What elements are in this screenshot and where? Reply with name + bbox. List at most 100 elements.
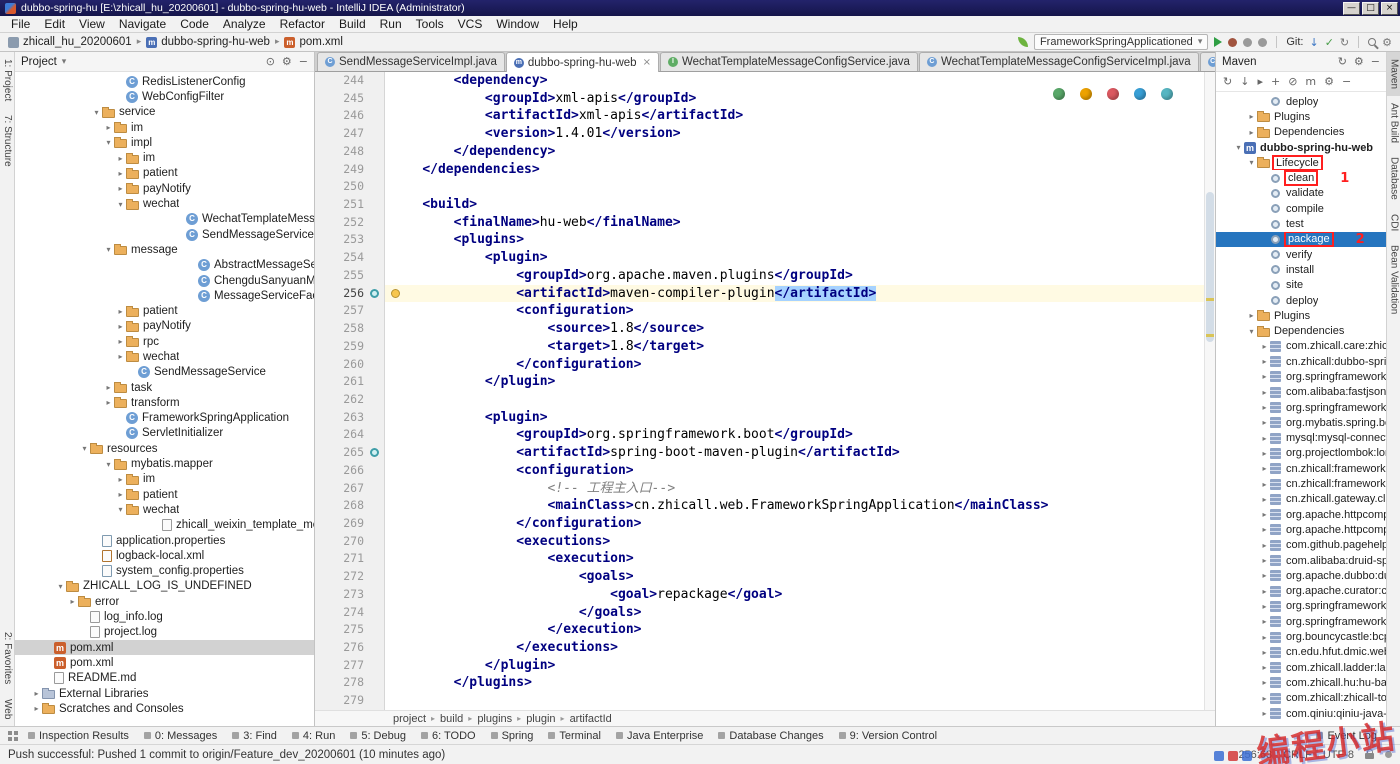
menu-run[interactable]: Run (373, 16, 409, 32)
expand-toggle-icon[interactable]: ▸ (1259, 663, 1270, 672)
expand-toggle-icon[interactable]: ▾ (1246, 327, 1257, 336)
code-line-259[interactable]: 259 <target>1.8</target> (315, 338, 1215, 356)
expand-toggle-icon[interactable]: ▸ (1259, 372, 1270, 381)
git-refresh-icon[interactable]: ↻ (1340, 36, 1349, 49)
editor-tab-wechattemplatemessageconfigservice-java[interactable]: IWechatTemplateMessageConfigService.java (660, 52, 918, 71)
xml-breadcrumb-plugin[interactable]: plugin (526, 713, 555, 725)
code-line-278[interactable]: 278 </plugins> (315, 674, 1215, 692)
file-encoding[interactable]: UTF-8 (1323, 749, 1354, 761)
expand-toggle-icon[interactable]: ▸ (1259, 403, 1270, 412)
expand-toggle-icon[interactable]: ▸ (1259, 495, 1270, 504)
toolwindow-button-ant-build[interactable]: Ant Build (1387, 96, 1400, 150)
project-item-redislistenerconfig[interactable]: CRedisListenerConfig (15, 74, 314, 89)
project-item-sendmessageservice[interactable]: CSendMessageService (15, 365, 314, 380)
expand-toggle-icon[interactable]: ▸ (115, 337, 126, 346)
maven-item-org-apache-httpcompone[interactable]: ▸org.apache.httpcompone (1216, 522, 1386, 537)
project-item-wechattemplatemessageconfigse[interactable]: CWechatTemplateMessageConfigSe (15, 212, 314, 227)
maven-settings-icon[interactable]: ⚙ (1354, 55, 1364, 68)
scrollbar-thumb[interactable] (1206, 192, 1214, 342)
toolwindow-button-4-run[interactable]: 4: Run (292, 730, 335, 742)
editor-tab-dubbo-spring-hu-web[interactable]: mdubbo-spring-hu-web× (506, 52, 659, 72)
menu-refactor[interactable]: Refactor (273, 16, 332, 32)
maven-item-org-bouncycastle-bcprov[interactable]: ▸org.bouncycastle:bcprov- (1216, 629, 1386, 644)
project-item-error[interactable]: ▸error (15, 594, 314, 609)
toolwindow-button-database-changes[interactable]: Database Changes (718, 730, 823, 742)
code-line-252[interactable]: 252 <finalName>hu-web</finalName> (315, 214, 1215, 232)
maven-item-org-springframework-boo[interactable]: ▸org.springframework.boo (1216, 614, 1386, 629)
maven-item-com-zhicall-hu-hu-base-1-0[interactable]: ▸com.zhicall.hu:hu-base:1.0 (1216, 675, 1386, 690)
expand-toggle-icon[interactable]: ▸ (1259, 464, 1270, 473)
profiler-button[interactable] (1258, 38, 1267, 47)
code-line-253[interactable]: 253 <plugins> (315, 231, 1215, 249)
menu-analyze[interactable]: Analyze (216, 16, 273, 32)
project-item-frameworkspringapplication[interactable]: CFrameworkSpringApplication (15, 411, 314, 426)
toolwindow-button-web[interactable]: Web (0, 692, 14, 726)
breadcrumb-item-zhicall-hu-20200601[interactable]: zhicall_hu_20200601 (8, 36, 132, 48)
readonly-lock-icon[interactable] (1365, 753, 1374, 759)
code-line-251[interactable]: 251 <build> (315, 196, 1215, 214)
toolwindow-button-java-enterprise[interactable]: Java Enterprise (616, 730, 703, 742)
project-item-project-log[interactable]: project.log (15, 625, 314, 640)
maven-item-deploy[interactable]: deploy (1216, 293, 1386, 308)
toolwindow-switcher-icon[interactable] (8, 731, 18, 741)
maven-item-com-github-pagehelper-pa[interactable]: ▸com.github.pagehelper:pa (1216, 538, 1386, 553)
gutter-plugin-icon[interactable] (370, 289, 379, 298)
code-line-277[interactable]: 277 </plugin> (315, 657, 1215, 675)
project-item-external-libraries[interactable]: ▸External Libraries (15, 686, 314, 701)
toolwindow-button-database[interactable]: Database (1387, 150, 1400, 207)
expand-toggle-icon[interactable]: ▸ (1259, 633, 1270, 642)
editor[interactable]: 244 <dependency>245 <groupId>xml-apis</g… (315, 72, 1215, 710)
expand-toggle-icon[interactable]: ▸ (115, 307, 126, 316)
expand-toggle-icon[interactable]: ▸ (1259, 587, 1270, 596)
expand-toggle-icon[interactable]: ▸ (1259, 525, 1270, 534)
maven-item-com-alibaba-druid-spring[interactable]: ▸com.alibaba:druid-spring- (1216, 553, 1386, 568)
expand-toggle-icon[interactable]: ▸ (1259, 617, 1270, 626)
menu-window[interactable]: Window (489, 16, 546, 32)
toolwindow-button-5-debug[interactable]: 5: Debug (350, 730, 406, 742)
maven-item-cn-zhicall-framework-sp[interactable]: ▸cn.zhicall:framework-sp (1216, 461, 1386, 476)
maven-collapse-icon[interactable]: − (1342, 75, 1351, 88)
maven-item-clean[interactable]: clean1 (1216, 170, 1386, 185)
code-line-258[interactable]: 258 <source>1.8</source> (315, 320, 1215, 338)
menu-edit[interactable]: Edit (37, 16, 72, 32)
toolwindow-button-0-messages[interactable]: 0: Messages (144, 730, 217, 742)
git-update-icon[interactable]: ↓ (1309, 36, 1318, 49)
expand-toggle-icon[interactable]: ▸ (1246, 112, 1257, 121)
maven-item-deploy[interactable]: deploy (1216, 94, 1386, 109)
toolwindow-button-cdi[interactable]: CDI (1387, 207, 1400, 238)
menu-code[interactable]: Code (173, 16, 216, 32)
maven-item-lifecycle[interactable]: ▾Lifecycle (1216, 155, 1386, 170)
code-line-268[interactable]: 268 <mainClass>cn.zhicall.web.FrameworkS… (315, 497, 1215, 515)
maven-item-org-mybatis-spring-boot-m[interactable]: ▸org.mybatis.spring.boot:m (1216, 415, 1386, 430)
expand-toggle-icon[interactable]: ▸ (1259, 510, 1270, 519)
menu-file[interactable]: File (4, 16, 37, 32)
code-line-273[interactable]: 273 <goal>repackage</goal> (315, 586, 1215, 604)
toolwindow-button-spring[interactable]: Spring (491, 730, 534, 742)
project-item-wechat[interactable]: ▸wechat (15, 349, 314, 364)
expand-toggle-icon[interactable]: ▸ (103, 123, 114, 132)
expand-toggle-icon[interactable]: ▸ (1259, 449, 1270, 458)
breadcrumb-item-pom-xml[interactable]: mpom.xml (284, 36, 342, 48)
expand-toggle-icon[interactable]: ▸ (1259, 602, 1270, 611)
project-item-transform[interactable]: ▸transform (15, 395, 314, 410)
xml-breadcrumb-build[interactable]: build (440, 713, 463, 725)
expand-toggle-icon[interactable]: ▸ (115, 154, 126, 163)
expand-toggle-icon[interactable]: ▸ (1259, 709, 1270, 718)
code-line-247[interactable]: 247 <version>1.4.01</version> (315, 125, 1215, 143)
project-item-log-info-log[interactable]: log_info.log (15, 609, 314, 624)
project-view-dropdown-icon[interactable]: ▾ (62, 57, 67, 67)
maven-download-icon[interactable]: ↓ (1240, 75, 1249, 88)
toolwindow-button-event-log[interactable]: Event Log (1316, 730, 1377, 742)
hide-panel-icon[interactable]: − (299, 55, 308, 68)
toolwindow-button-3-find[interactable]: 3: Find (232, 730, 277, 742)
maven-item-dependencies[interactable]: ▾Dependencies (1216, 323, 1386, 338)
expand-toggle-icon[interactable]: ▸ (115, 322, 126, 331)
menu-tools[interactable]: Tools (409, 16, 451, 32)
maven-gear-icon[interactable]: ⚙ (1324, 75, 1334, 88)
project-item-mybatis-mapper[interactable]: ▾mybatis.mapper (15, 456, 314, 471)
expand-toggle-icon[interactable]: ▸ (1259, 434, 1270, 443)
xml-breadcrumb-artifactid[interactable]: artifactId (570, 713, 612, 725)
maven-refresh-icon[interactable]: ↻ (1338, 55, 1347, 68)
toolwindow-button-9-version-control[interactable]: 9: Version Control (839, 730, 937, 742)
xml-breadcrumb-plugins[interactable]: plugins (477, 713, 512, 725)
